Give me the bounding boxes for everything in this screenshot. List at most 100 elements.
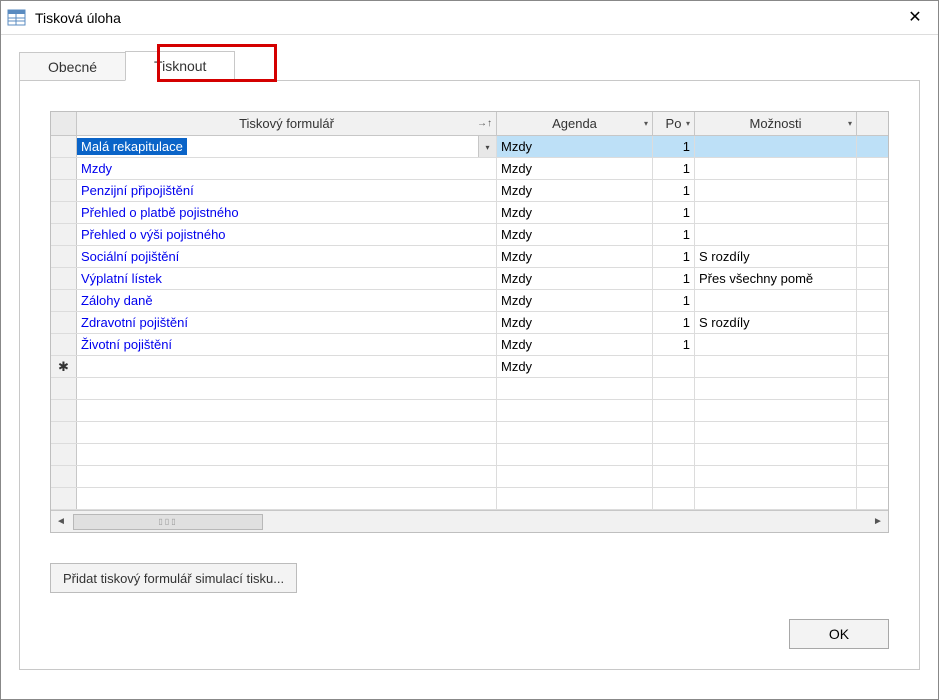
- table-row[interactable]: Malá rekapitulace ▾Mzdy1: [51, 136, 888, 158]
- cell-pad: [857, 246, 888, 267]
- col-po[interactable]: Po ▾: [653, 112, 695, 135]
- row-selector[interactable]: [51, 268, 77, 289]
- col-pad: [857, 112, 888, 135]
- cell-form[interactable]: Malá rekapitulace ▾: [77, 136, 497, 157]
- row-selector[interactable]: [51, 180, 77, 201]
- table-row[interactable]: Přehled o platbě pojistnéhoMzdy1: [51, 202, 888, 224]
- cell-po[interactable]: 1: [653, 136, 695, 157]
- col-agenda[interactable]: Agenda ▾: [497, 112, 653, 135]
- dialog-window: Tisková úloha ✕ Obecné Tisknout Tiskový …: [0, 0, 939, 700]
- cell-options[interactable]: [695, 224, 857, 245]
- cell-options[interactable]: [695, 158, 857, 179]
- cell-po[interactable]: 1: [653, 290, 695, 311]
- cell-options[interactable]: [695, 356, 857, 377]
- cell-agenda[interactable]: Mzdy: [497, 356, 653, 377]
- cell-agenda[interactable]: Mzdy: [497, 202, 653, 223]
- col-agenda-label: Agenda: [552, 116, 597, 131]
- col-options[interactable]: Možnosti ▾: [695, 112, 857, 135]
- cell-po[interactable]: 1: [653, 312, 695, 333]
- col-selector[interactable]: [51, 112, 77, 135]
- cell-options[interactable]: [695, 180, 857, 201]
- cell-options[interactable]: S rozdíly: [695, 312, 857, 333]
- cell-po[interactable]: [653, 356, 695, 377]
- cell-agenda[interactable]: Mzdy: [497, 334, 653, 355]
- cell-form[interactable]: Přehled o výši pojistného: [77, 224, 497, 245]
- grid: Tiskový formulář →↑ Agenda ▾ Po ▾ Možnos…: [50, 111, 889, 533]
- cell-po[interactable]: 1: [653, 158, 695, 179]
- cell-form[interactable]: Výplatní lístek: [77, 268, 497, 289]
- cell-pad: [857, 290, 888, 311]
- ok-button[interactable]: OK: [789, 619, 889, 649]
- cell-form[interactable]: Sociální pojištění: [77, 246, 497, 267]
- horizontal-scrollbar[interactable]: ◄ ▯▯▯ ►: [51, 510, 888, 532]
- cell-options[interactable]: Přes všechny pomě: [695, 268, 857, 289]
- cell-options[interactable]: [695, 334, 857, 355]
- grid-empty-rows: [51, 378, 888, 510]
- cell-form[interactable]: [77, 356, 497, 377]
- table-row[interactable]: ✱ Mzdy: [51, 356, 888, 378]
- cell-po[interactable]: 1: [653, 268, 695, 289]
- row-selector[interactable]: [51, 136, 77, 157]
- scroll-right-icon[interactable]: ►: [868, 512, 888, 532]
- table-row[interactable]: Sociální pojištěníMzdy1S rozdíly: [51, 246, 888, 268]
- cell-form[interactable]: Zdravotní pojištění: [77, 312, 497, 333]
- chevron-down-icon: ▾: [686, 119, 690, 128]
- row-selector[interactable]: [51, 312, 77, 333]
- row-selector[interactable]: [51, 290, 77, 311]
- chevron-down-icon: ▾: [644, 119, 648, 128]
- close-button[interactable]: ✕: [892, 1, 938, 35]
- cell-agenda[interactable]: Mzdy: [497, 158, 653, 179]
- cell-options[interactable]: [695, 136, 857, 157]
- cell-form[interactable]: Životní pojištění: [77, 334, 497, 355]
- cell-agenda[interactable]: Mzdy: [497, 136, 653, 157]
- cell-pad: [857, 334, 888, 355]
- cell-options[interactable]: [695, 290, 857, 311]
- row-selector[interactable]: ✱: [51, 356, 77, 377]
- cell-pad: [857, 180, 888, 201]
- tab-general[interactable]: Obecné: [19, 52, 126, 81]
- col-form[interactable]: Tiskový formulář →↑: [77, 112, 497, 135]
- titlebar: Tisková úloha ✕: [1, 1, 938, 35]
- table-row[interactable]: Životní pojištěníMzdy1: [51, 334, 888, 356]
- cell-po[interactable]: 1: [653, 180, 695, 201]
- tab-print[interactable]: Tisknout: [125, 51, 235, 81]
- dropdown-icon[interactable]: ▾: [478, 136, 496, 157]
- cell-form[interactable]: Mzdy: [77, 158, 497, 179]
- add-form-button[interactable]: Přidat tiskový formulář simulací tisku..…: [50, 563, 297, 593]
- cell-pad: [857, 268, 888, 289]
- table-row[interactable]: Přehled o výši pojistnéhoMzdy1: [51, 224, 888, 246]
- table-row[interactable]: Penzijní připojištěníMzdy1: [51, 180, 888, 202]
- close-icon: ✕: [908, 10, 921, 26]
- cell-pad: [857, 224, 888, 245]
- cell-agenda[interactable]: Mzdy: [497, 312, 653, 333]
- row-selector[interactable]: [51, 224, 77, 245]
- cell-agenda[interactable]: Mzdy: [497, 180, 653, 201]
- row-selector[interactable]: [51, 246, 77, 267]
- col-options-label: Možnosti: [749, 116, 801, 131]
- scroll-thumb[interactable]: ▯▯▯: [73, 514, 263, 530]
- cell-po[interactable]: 1: [653, 224, 695, 245]
- cell-form[interactable]: Zálohy daně: [77, 290, 497, 311]
- cell-po[interactable]: 1: [653, 246, 695, 267]
- row-selector[interactable]: [51, 334, 77, 355]
- cell-po[interactable]: 1: [653, 202, 695, 223]
- sort-asc-icon: →↑: [477, 118, 492, 129]
- cell-agenda[interactable]: Mzdy: [497, 290, 653, 311]
- cell-options[interactable]: [695, 202, 857, 223]
- cell-agenda[interactable]: Mzdy: [497, 246, 653, 267]
- cell-form[interactable]: Penzijní připojištění: [77, 180, 497, 201]
- table-row[interactable]: Zálohy daněMzdy1: [51, 290, 888, 312]
- cell-form[interactable]: Přehled o platbě pojistného: [77, 202, 497, 223]
- selected-form-text: Malá rekapitulace: [77, 138, 187, 155]
- table-row[interactable]: MzdyMzdy1: [51, 158, 888, 180]
- row-selector[interactable]: [51, 158, 77, 179]
- row-selector[interactable]: [51, 202, 77, 223]
- scroll-left-icon[interactable]: ◄: [51, 512, 71, 532]
- table-row[interactable]: Zdravotní pojištěníMzdy1S rozdíly: [51, 312, 888, 334]
- cell-agenda[interactable]: Mzdy: [497, 268, 653, 289]
- cell-pad: [857, 356, 888, 377]
- cell-po[interactable]: 1: [653, 334, 695, 355]
- table-row[interactable]: Výplatní lístekMzdy1Přes všechny pomě: [51, 268, 888, 290]
- cell-agenda[interactable]: Mzdy: [497, 224, 653, 245]
- cell-options[interactable]: S rozdíly: [695, 246, 857, 267]
